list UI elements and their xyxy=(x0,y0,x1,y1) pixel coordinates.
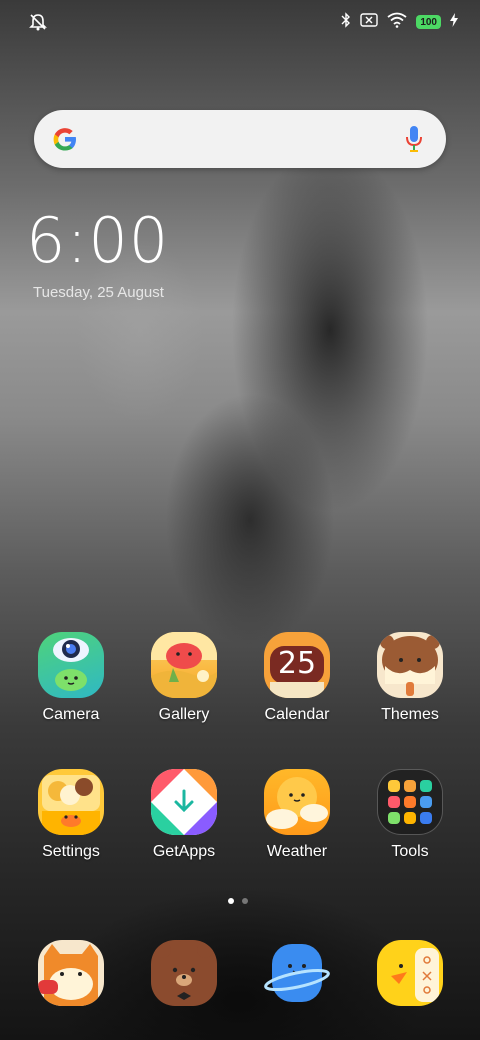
app-label: Camera xyxy=(42,706,100,723)
browser-planet-icon xyxy=(264,940,330,1006)
camera-icon xyxy=(38,632,104,698)
page-dot xyxy=(242,898,248,904)
google-g-icon xyxy=(50,124,80,154)
app-label: Calendar xyxy=(264,706,330,723)
app-label: Weather xyxy=(266,843,328,860)
settings-icon xyxy=(38,769,104,835)
mic-icon[interactable] xyxy=(404,124,424,154)
app-themes[interactable]: Themes xyxy=(358,632,462,724)
dock-phone[interactable] xyxy=(19,940,123,1006)
calendar-icon: 25 xyxy=(264,632,330,698)
weather-icon xyxy=(264,769,330,835)
alarm-off-icon xyxy=(28,12,48,32)
calendar-date-badge: 25 xyxy=(277,646,317,681)
google-search-bar[interactable] xyxy=(34,110,446,168)
getapps-icon xyxy=(151,769,217,835)
app-label: Tools xyxy=(391,843,429,860)
clock-date[interactable]: Tuesday, 25 August xyxy=(33,284,164,301)
phone-dialer-icon xyxy=(38,940,104,1006)
app-label: Gallery xyxy=(158,706,210,723)
app-settings[interactable]: Settings xyxy=(19,769,123,861)
app-label: Themes xyxy=(381,706,439,723)
themes-icon xyxy=(377,632,443,698)
app-label: Settings xyxy=(42,843,100,860)
bolt-icon xyxy=(450,12,458,32)
page-indicator xyxy=(228,898,248,904)
security-duck-icon xyxy=(377,940,443,1006)
wifi-icon xyxy=(387,12,407,33)
dock-security[interactable] xyxy=(358,940,462,1006)
app-gallery[interactable]: Gallery xyxy=(132,632,236,724)
app-camera[interactable]: Camera xyxy=(19,632,123,724)
status-bar: 100 xyxy=(0,0,480,44)
app-getapps[interactable]: GetApps xyxy=(132,769,236,861)
messages-bear-icon xyxy=(151,940,217,1006)
clock-time[interactable]: 6:00 xyxy=(26,206,169,276)
app-calendar[interactable]: 25 Calendar xyxy=(245,632,349,724)
dock-browser[interactable] xyxy=(245,940,349,1006)
battery-indicator: 100 xyxy=(416,15,441,29)
no-sim-icon xyxy=(360,12,379,32)
folder-icon xyxy=(377,769,443,835)
bluetooth-icon xyxy=(341,11,351,33)
gallery-icon xyxy=(151,632,217,698)
dock-messages[interactable] xyxy=(132,940,236,1006)
app-label: GetApps xyxy=(152,843,216,860)
folder-tools[interactable]: Tools xyxy=(358,769,462,861)
app-weather[interactable]: Weather xyxy=(245,769,349,861)
page-dot xyxy=(228,898,234,904)
